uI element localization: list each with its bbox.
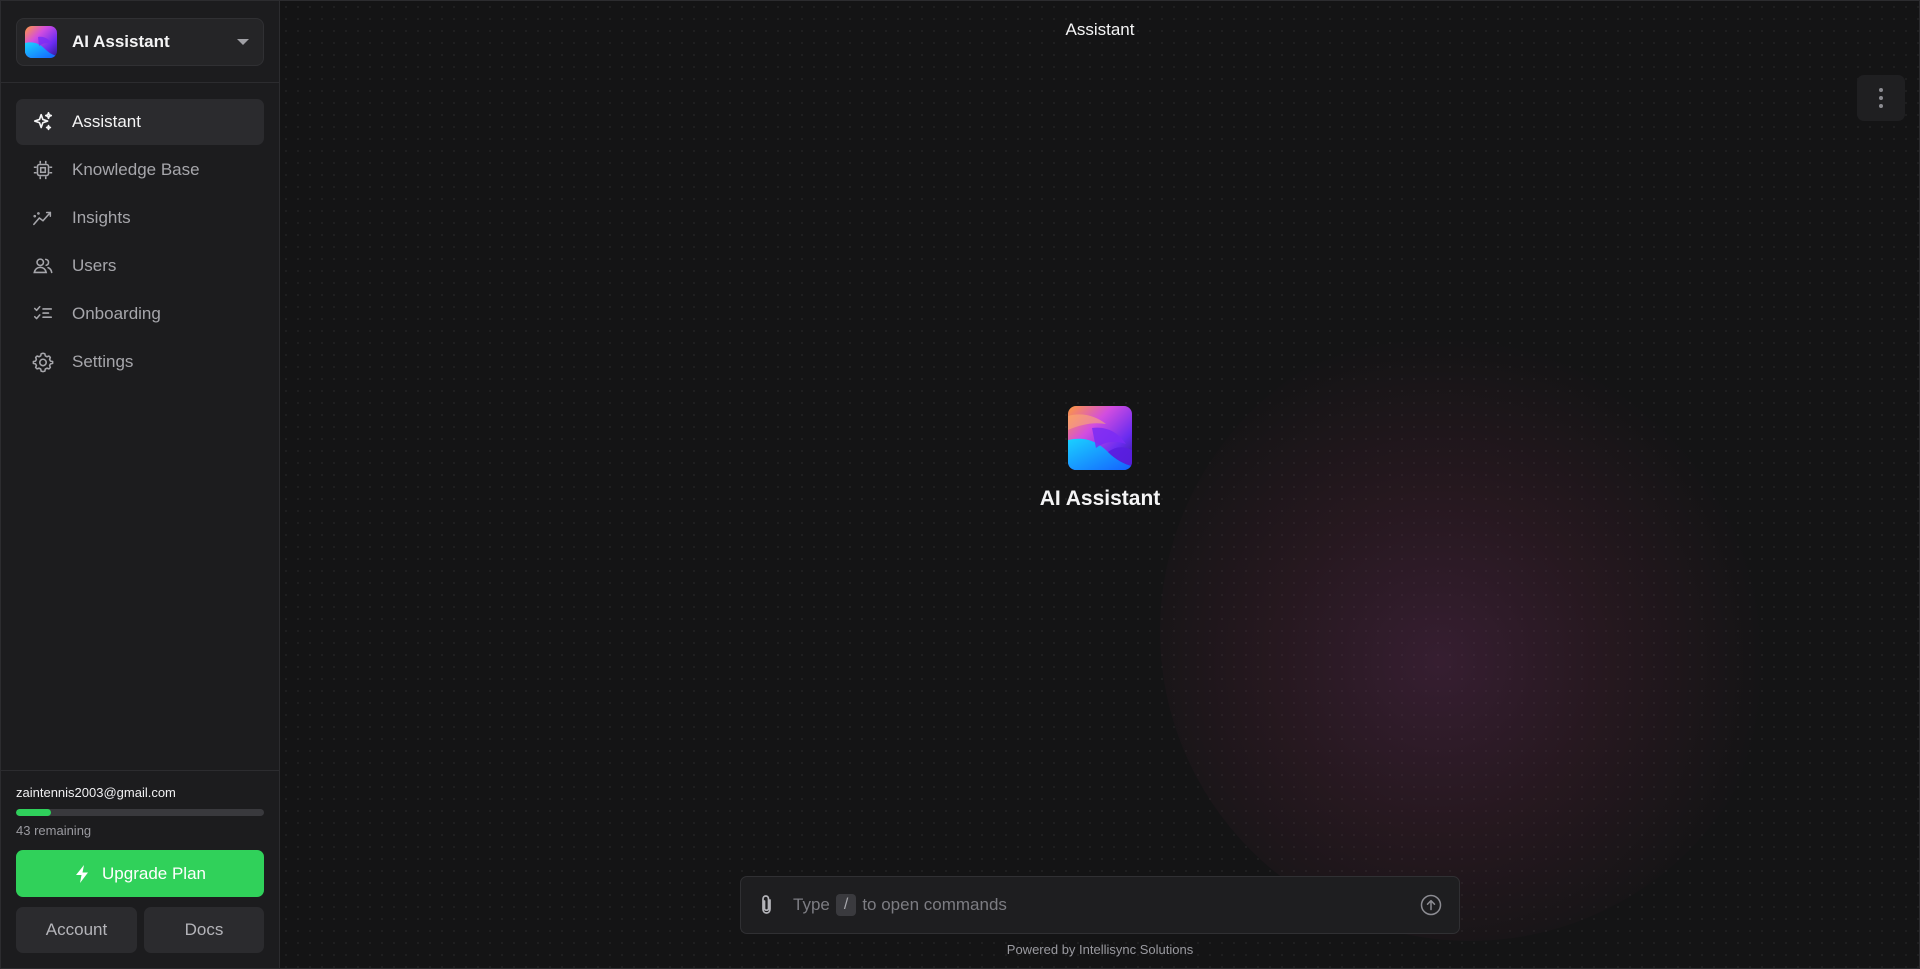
- upgrade-plan-label: Upgrade Plan: [102, 863, 206, 883]
- trend-chart-icon: [33, 211, 52, 226]
- remaining-credits: 43 remaining: [16, 823, 92, 838]
- background-glow: [1160, 321, 1780, 941]
- workspace-name: AI Assistant: [72, 32, 170, 51]
- workspace-switcher[interactable]: AI Assistant: [16, 18, 264, 66]
- upgrade-plan-button[interactable]: Upgrade Plan: [16, 850, 264, 897]
- placeholder-prefix: Type: [793, 895, 830, 914]
- main-panel: Assistant AI Assistant Type / to open co…: [280, 0, 1920, 969]
- sparkles-icon: [33, 112, 53, 131]
- sidebar-item-users[interactable]: Users: [16, 243, 264, 289]
- gear-icon: [32, 352, 54, 373]
- powered-by-footer: Powered by Intellisync Solutions: [1006, 942, 1194, 957]
- sidebar-item-knowledge-base[interactable]: Knowledge Base: [16, 147, 264, 193]
- page-title: Assistant: [1065, 20, 1135, 39]
- sidebar-item-label: Knowledge Base: [72, 160, 200, 179]
- sidebar-item-label: Assistant: [72, 112, 141, 131]
- sidebar-item-label: Users: [72, 256, 117, 275]
- lightning-icon: [76, 864, 89, 883]
- assistant-name: AI Assistant: [1039, 487, 1161, 510]
- user-email: zaintennis2003@gmail.com: [16, 785, 176, 800]
- chevron-down-icon: [237, 39, 249, 45]
- users-icon: [33, 258, 53, 274]
- sidebar-item-label: Onboarding: [72, 304, 161, 323]
- assistant-logo: [1068, 406, 1132, 470]
- sidebar-item-insights[interactable]: Insights: [16, 195, 264, 241]
- sidebar-divider: [1, 82, 280, 83]
- sidebar-item-label: Settings: [72, 352, 134, 371]
- app-logo: [25, 26, 57, 58]
- usage-progress-bar: [16, 809, 264, 816]
- placeholder-suffix: to open commands: [862, 895, 1007, 914]
- checklist-icon: [33, 305, 53, 320]
- chip-icon: [33, 160, 53, 180]
- usage-progress-fill: [16, 809, 51, 816]
- slash-key-hint: /: [835, 894, 857, 916]
- send-arrow-icon[interactable]: [1419, 893, 1443, 917]
- sidebar-item-label: Insights: [72, 208, 131, 227]
- sidebar-divider: [1, 770, 280, 771]
- account-button[interactable]: Account: [16, 907, 137, 953]
- docs-button[interactable]: Docs: [144, 907, 264, 953]
- sidebar-item-onboarding[interactable]: Onboarding: [16, 291, 264, 337]
- paperclip-icon[interactable]: [757, 894, 777, 916]
- sidebar-nav: Assistant Knowledge Base Insights Users …: [16, 99, 264, 387]
- composer-input[interactable]: Type / to open commands: [793, 894, 1419, 916]
- more-vertical-icon: [1879, 88, 1883, 108]
- sidebar-item-settings[interactable]: Settings: [16, 339, 264, 385]
- more-options-button[interactable]: [1857, 75, 1905, 121]
- sidebar-item-assistant[interactable]: Assistant: [16, 99, 264, 145]
- message-composer[interactable]: Type / to open commands: [740, 876, 1460, 934]
- sidebar: AI Assistant Assistant Knowledge Base In…: [0, 0, 280, 969]
